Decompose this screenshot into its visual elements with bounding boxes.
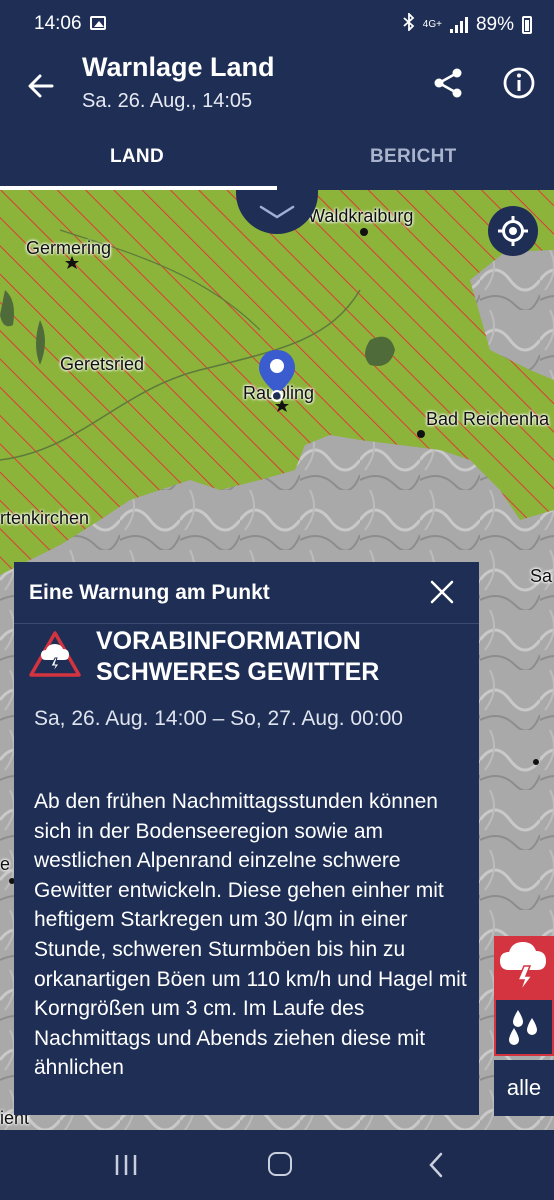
status-time: 14:06 xyxy=(34,13,82,34)
signal-icon xyxy=(449,17,468,33)
home-icon[interactable] xyxy=(268,1152,292,1176)
place-germering: Germering xyxy=(26,238,112,258)
thunderstorm-icon xyxy=(500,942,546,993)
rain-drops-icon xyxy=(509,1010,537,1045)
app-header: Warnlage Land Sa. 26. Aug., 14:05 LAND B… xyxy=(0,50,554,190)
place-partenkirchen: rtenkirchen xyxy=(0,508,90,528)
rain-layer-button[interactable] xyxy=(494,998,554,1056)
chevron-down-icon xyxy=(259,205,295,219)
all-layers-button[interactable]: alle xyxy=(494,1060,554,1116)
battery-text: 89% xyxy=(475,14,514,35)
place-edge-e: e xyxy=(0,854,11,874)
network-icon: 4G+ xyxy=(422,19,442,30)
tab-land[interactable]: LAND xyxy=(110,146,164,168)
system-nav-bar xyxy=(0,1130,554,1200)
bluetooth-icon xyxy=(403,11,415,37)
share-icon[interactable] xyxy=(430,64,468,102)
location-pin-icon[interactable] xyxy=(257,348,297,406)
thunderstorm-layer-button[interactable] xyxy=(494,936,554,998)
back-arrow-icon[interactable] xyxy=(22,66,62,106)
place-waldkraiburg: Waldkraiburg xyxy=(308,206,414,226)
warning-card: Eine Warnung am Punkt VORABINFORMATION S… xyxy=(14,562,479,1115)
warning-card-heading: Eine Warnung am Punkt xyxy=(29,581,270,604)
place-salzburg: Sa xyxy=(530,566,553,586)
warning-description: Ab den frühen Nachmittagsstunden können … xyxy=(34,790,467,1080)
page-subtitle: Sa. 26. Aug., 14:05 xyxy=(82,90,253,112)
recent-apps-icon[interactable] xyxy=(114,1154,138,1176)
warning-card-header: Eine Warnung am Punkt xyxy=(14,562,479,624)
status-icons: 4G+ 89% xyxy=(403,11,532,37)
my-location-button[interactable] xyxy=(488,206,538,256)
status-bar: 14:06 4G+ 89% xyxy=(0,0,554,50)
close-icon[interactable] xyxy=(427,577,457,607)
page-title: Warnlage Land xyxy=(82,52,275,82)
battery-icon xyxy=(522,16,532,34)
tab-bericht[interactable]: BERICHT xyxy=(370,146,457,168)
info-icon[interactable] xyxy=(500,64,538,102)
gallery-icon xyxy=(90,16,106,30)
thunderstorm-warning-icon xyxy=(28,630,82,678)
place-geretsried: Geretsried xyxy=(60,354,145,374)
back-icon[interactable] xyxy=(426,1152,446,1178)
warning-period: Sa, 26. Aug. 14:00 – So, 27. Aug. 00:00 xyxy=(34,707,403,730)
place-bad-reichenhall: Bad Reichenha xyxy=(426,409,550,429)
warning-title: VORABINFORMATION SCHWERES GEWITTER xyxy=(96,627,380,686)
crosshair-icon xyxy=(498,216,528,246)
